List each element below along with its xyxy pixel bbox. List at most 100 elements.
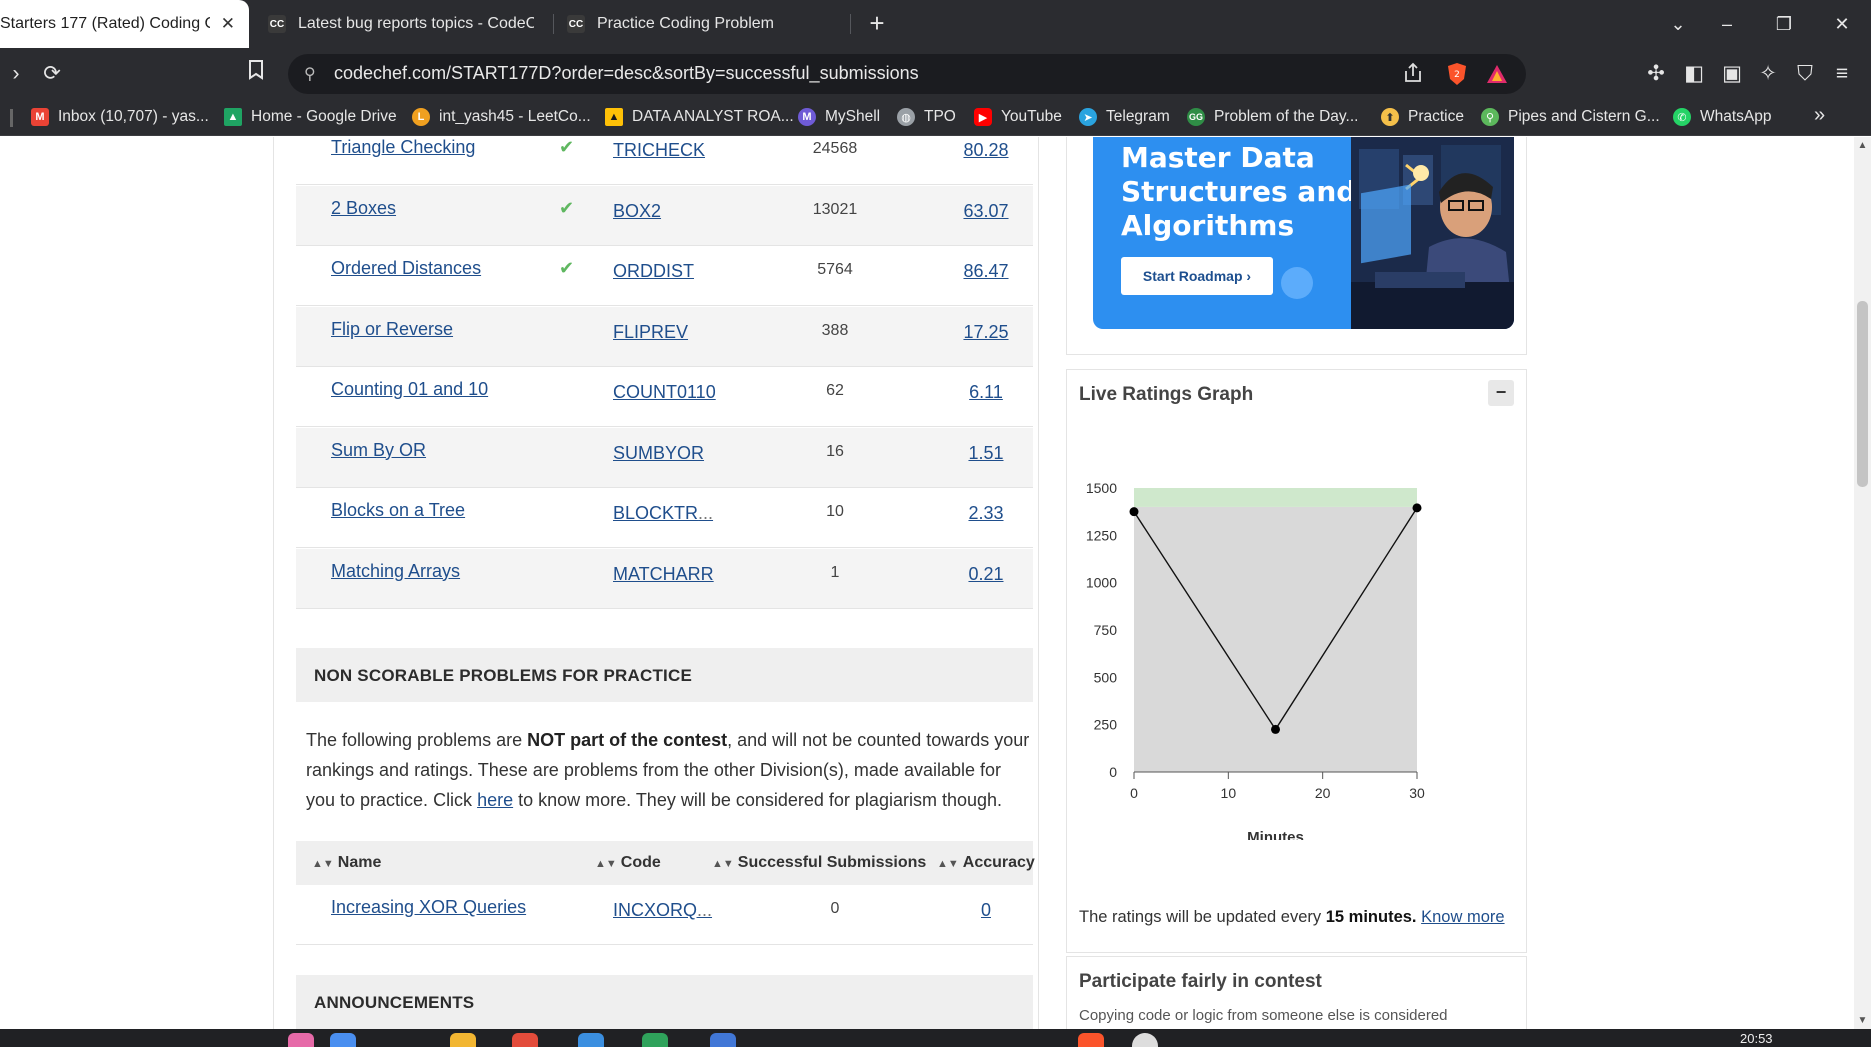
problem-name-link[interactable]: Sum By OR [331,440,426,461]
bookmark-whatsapp[interactable]: ✆ WhatsApp [1673,108,1772,126]
accuracy-link[interactable]: 80.28 [936,140,1036,161]
url-text[interactable]: codechef.com/START177D?order=desc&sortBy… [334,63,919,84]
problem-code-link[interactable]: TRICHECK [613,140,705,161]
taskbar-app-icon[interactable] [642,1033,668,1047]
site-settings-icon[interactable]: ⚲ [304,64,324,84]
scrollbar[interactable]: ▲ ▼ [1854,137,1871,1029]
problem-name-link[interactable]: Flip or Reverse [331,319,453,340]
problem-name-link[interactable]: Triangle Checking [331,137,475,158]
share-icon[interactable] [1402,62,1426,86]
brave-rewards-icon[interactable] [1486,63,1508,85]
accuracy-link[interactable]: 17.25 [936,322,1036,343]
problem-code-link[interactable]: BLOCKTR... [613,503,713,524]
x-tick-label: 20 [1315,785,1331,801]
bookmark-myshell[interactable]: M MyShell [798,108,880,126]
problem-name-link[interactable]: Blocks on a Tree [331,500,465,521]
close-window-button[interactable]: ✕ [1822,10,1862,38]
tab-bug-reports[interactable]: CC Latest bug reports topics - CodeChe [268,0,548,48]
start-roadmap-button[interactable]: Start Roadmap › [1121,257,1273,295]
bookmark-gmail[interactable]: M Inbox (10,707) - yas... [31,108,209,126]
successful-submissions: 10 [826,503,844,520]
scroll-thumb[interactable] [1857,301,1868,487]
dsa-banner[interactable]: Master Data Structures and Algorithms St… [1093,137,1514,329]
new-tab-button[interactable]: + [862,9,892,39]
code-text: MATCHARR [613,563,714,584]
accuracy-link[interactable]: 6.11 [936,382,1036,403]
address-bar[interactable]: ⚲ codechef.com/START177D?order=desc&sort… [288,54,1526,94]
brave-shield-icon[interactable]: 2 [1446,62,1468,86]
problem-code-link[interactable]: MATCHARR [613,564,714,585]
y-tick-label: 500 [1094,669,1118,685]
announcements-heading: ANNOUNCEMENTS [296,975,1033,1029]
bookmark-tpo[interactable]: ◍ TPO [897,108,956,126]
problem-code-link[interactable]: BOX2 [613,201,661,222]
bookmark-practice[interactable]: ⬆ Practice [1381,108,1464,126]
close-icon[interactable]: ✕ [221,14,235,34]
more-bookmarks-icon[interactable]: » [1814,104,1825,127]
problem-code-link[interactable]: ORDDIST [613,261,694,282]
sort-name-header[interactable]: ▲▼ Name [312,854,381,872]
sort-code-header[interactable]: ▲▼ Code [595,854,661,872]
taskbar-app-icon[interactable] [330,1033,356,1047]
bookmark-gfg-potd[interactable]: GG Problem of the Day... [1187,108,1358,126]
problem-name-link[interactable]: Increasing XOR Queries [331,897,526,918]
problem-name-link[interactable]: Counting 01 and 10 [331,379,488,400]
tab-practice[interactable]: CC Practice Coding Problem [567,0,847,48]
accuracy-link[interactable]: 0 [936,900,1036,921]
taskbar-app-icon[interactable] [710,1033,736,1047]
accuracy-link[interactable]: 0.21 [936,564,1036,585]
know-more-link[interactable]: here [477,790,513,810]
taskbar-brave-icon[interactable] [1078,1033,1104,1047]
accuracy-link[interactable]: 2.33 [936,503,1036,524]
accuracy-link[interactable]: 86.47 [936,261,1036,282]
bookmark-data-analyst[interactable]: ▲ DATA ANALYST ROA... [605,108,794,126]
successful-submissions: 388 [821,321,849,339]
taskbar-app-icon[interactable] [1132,1033,1158,1047]
vpn-icon[interactable]: ⛉ [1789,58,1821,90]
problem-name-link[interactable]: 2 Boxes [331,198,396,219]
problem-name-link[interactable]: Matching Arrays [331,561,460,582]
youtube-icon: ▶ [974,108,992,126]
bookmark-telegram[interactable]: ➤ Telegram [1079,108,1170,126]
collapse-button[interactable]: − [1488,380,1514,406]
minimize-button[interactable]: – [1707,10,1747,38]
page-content: Triangle Checking ✔ TRICHECK 24568 80.28 2 Bo… [0,137,1854,1029]
sidebar-icon[interactable]: ◧ [1678,58,1710,90]
taskbar-app-icon[interactable] [578,1033,604,1047]
problem-name-link[interactable]: Ordered Distances [331,258,481,279]
telegram-icon: ➤ [1079,108,1097,126]
tab-starters-177[interactable]: Starters 177 (Rated) Coding Co ✕ [0,0,249,48]
restore-button[interactable]: ❐ [1764,10,1804,38]
taskbar-folder-icon[interactable] [450,1033,476,1047]
accuracy-link[interactable]: 1.51 [936,443,1036,464]
leo-ai-icon[interactable]: ✧ [1752,58,1784,90]
scroll-up-icon[interactable]: ▲ [1854,137,1871,154]
menu-icon[interactable]: ≡ [1826,58,1858,90]
bookmark-icon[interactable] [240,58,272,90]
graph-title: Live Ratings Graph [1079,384,1254,405]
bookmark-pipes[interactable]: ⚲ Pipes and Cistern G... [1481,108,1660,126]
scroll-down-icon[interactable]: ▼ [1854,1012,1871,1029]
problem-code-link[interactable]: SUMBYOR [613,443,704,464]
sort-submissions-header[interactable]: ▲▼ Successful Submissions [712,854,926,872]
forward-icon[interactable]: › [0,58,32,90]
sort-accuracy-header[interactable]: ▲▼ Accuracy [937,854,1035,872]
problem-code-link[interactable]: INCXORQ... [613,900,712,921]
taskbar: 20:53 [0,1029,1871,1047]
extensions-icon[interactable]: ✣ [1640,58,1672,90]
bookmark-google-drive[interactable]: ▲ Home - Google Drive [224,108,397,126]
bookmark-leetcode[interactable]: Lint_yash45 - LeetCo... [412,108,591,126]
tab-list-chevron-icon[interactable]: ⌄ [1658,10,1698,38]
taskbar-app-icon[interactable] [288,1033,314,1047]
know-more-link[interactable]: Know more [1421,908,1504,926]
bookmark-youtube[interactable]: ▶ YouTube [974,108,1062,126]
problem-code-link[interactable]: FLIPREV [613,322,688,343]
problem-code-link[interactable]: COUNT0110 [613,382,716,403]
bookmark-label: DATA ANALYST ROA... [632,108,794,125]
accuracy-link[interactable]: 63.07 [936,201,1036,222]
reload-icon[interactable]: ⟳ [36,58,68,90]
successful-submissions: 0 [830,900,840,917]
tab-separator [850,14,851,34]
taskbar-chrome-icon[interactable] [512,1033,538,1047]
wallet-icon[interactable]: ▣ [1716,58,1748,90]
